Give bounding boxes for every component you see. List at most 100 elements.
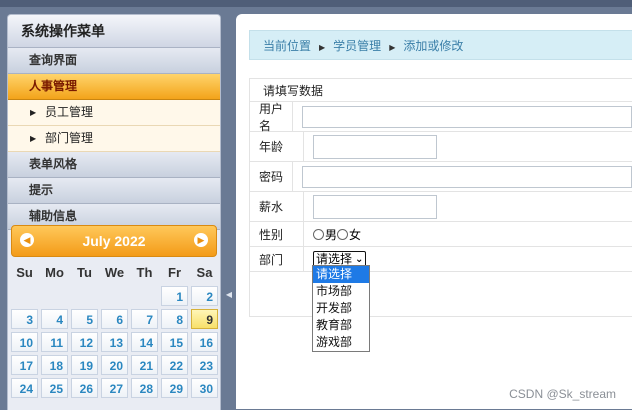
menu-item-query[interactable]: 查询界面 [8,48,220,74]
calendar-day[interactable]: 1 [161,286,188,306]
calendar-day[interactable]: 19 [71,355,98,375]
calendar-header: ◀ July 2022 ▶ [11,225,217,257]
form-footer [249,272,632,317]
calendar-empty-cell [41,286,68,306]
weekday-label: Mo [45,265,64,280]
breadcrumb: 当前位置 ▶ 学员管理 ▶ 添加或修改 [249,30,632,60]
calendar-day[interactable]: 7 [131,309,158,329]
calendar-day[interactable]: 28 [131,378,158,398]
chevron-down-icon: ⌄ [355,253,364,265]
dropdown-option[interactable]: 请选择 [313,266,369,283]
salary-label: 薪水 [250,192,304,221]
calendar-day[interactable]: 14 [131,332,158,352]
department-dropdown-list: 请选择 市场部 开发部 教育部 游戏部 [312,265,370,352]
breadcrumb-item[interactable]: 添加或修改 [403,39,463,53]
dropdown-option[interactable]: 教育部 [313,317,369,334]
menu-item-label: 部门管理 [45,131,94,145]
calendar-day[interactable]: 16 [191,332,218,352]
calendar-grid: Su Mo Tu We Th Fr Sa 1 2 3 4 5 6 7 8 9 10 11 12 13 14 15 16 17 1… [11,263,218,398]
calendar-day[interactable]: 20 [101,355,128,375]
male-radio[interactable] [313,228,324,240]
menu-item-department[interactable]: ▶ 部门管理 [8,126,220,152]
menu-item-form-style[interactable]: 表单风格 [8,152,220,178]
calendar-month: July 2022 [82,233,146,249]
weekday-label: Fr [168,265,181,280]
form-title: 请填写数据 [263,83,324,98]
weekday-label: We [104,265,125,280]
calendar-day[interactable]: 8 [161,309,188,329]
calendar-day[interactable]: 27 [101,378,128,398]
calendar-day[interactable]: 25 [41,378,68,398]
female-radio[interactable] [337,228,349,240]
main-panel: 当前位置 ▶ 学员管理 ▶ 添加或修改 请填写数据 用户名 年龄 密码 薪水 性别 男 … [236,14,632,409]
calendar-empty-cell [11,286,38,306]
dropdown-option[interactable]: 市场部 [313,283,369,300]
calendar-day[interactable]: 13 [101,332,128,352]
calendar-day[interactable]: 15 [161,332,188,352]
female-label: 女 [349,227,362,242]
weekday-label: Su [16,265,33,280]
calendar-day[interactable]: 9 [191,309,218,329]
weekday-label: Th [136,265,153,280]
age-label: 年龄 [250,132,304,161]
calendar-day[interactable]: 22 [161,355,188,375]
form-title-row: 请填写数据 [249,78,632,102]
chevron-right-icon[interactable]: ▶ [194,233,208,247]
data-form: 请填写数据 用户名 年龄 密码 薪水 性别 男 女 部门 请选择 ⌄ [249,78,632,317]
calendar-day[interactable]: 5 [71,309,98,329]
password-label: 密码 [250,162,293,191]
watermark: CSDN @Sk_stream [509,387,616,401]
username-input[interactable] [302,105,632,128]
form-row-username: 用户名 [249,102,632,133]
calendar-day[interactable]: 17 [11,355,38,375]
sidebar-title: 系统操作菜单 [8,15,220,48]
menu-item-tips[interactable]: 提示 [8,178,220,204]
dropdown-option[interactable]: 游戏部 [313,334,369,351]
gender-label: 性别 [250,222,304,246]
weekday-label: Tu [77,265,92,280]
calendar-day[interactable]: 11 [41,332,68,352]
form-row-department: 部门 请选择 ⌄ [249,247,632,272]
top-bar [0,0,632,7]
calendar-day[interactable]: 10 [11,332,38,352]
calendar-day[interactable]: 23 [191,355,218,375]
calendar-day[interactable]: 26 [71,378,98,398]
calendar-empty-cell [71,286,98,306]
calendar-day[interactable]: 18 [41,355,68,375]
calendar-day[interactable]: 21 [131,355,158,375]
collapse-handle-icon[interactable]: ◀ [225,285,233,305]
dropdown-option[interactable]: 开发部 [313,300,369,317]
form-row-gender: 性别 男 女 [249,222,632,247]
calendar-day[interactable]: 3 [11,309,38,329]
calendar-day[interactable]: 4 [41,309,68,329]
male-label: 男 [325,227,338,242]
breadcrumb-item[interactable]: 学员管理 [333,39,381,53]
form-row-password: 密码 [249,162,632,192]
calendar: ◀ July 2022 ▶ Su Mo Tu We Th Fr Sa 1 2 3 4 5 6 7 8 9 10 1… [11,225,218,398]
salary-input[interactable] [313,194,437,219]
menu-item-label: 员工管理 [45,105,94,119]
menu-item-employee[interactable]: ▶ 员工管理 [8,100,220,126]
triangle-right-icon: ▶ [389,43,396,52]
menu-item-personnel[interactable]: 人事管理 [8,74,220,100]
username-label: 用户名 [250,102,293,133]
password-input[interactable] [302,165,632,188]
department-select-value: 请选择 [316,251,353,266]
form-row-salary: 薪水 [249,192,632,222]
splitter[interactable] [224,14,234,409]
calendar-day[interactable]: 6 [101,309,128,329]
calendar-day[interactable]: 30 [191,378,218,398]
age-input[interactable] [313,134,437,159]
triangle-right-icon: ▶ [319,43,326,52]
weekday-label: Sa [196,265,213,280]
department-label: 部门 [250,247,304,271]
breadcrumb-item[interactable]: 当前位置 [263,39,311,53]
calendar-day[interactable]: 12 [71,332,98,352]
calendar-day[interactable]: 24 [11,378,38,398]
chevron-left-icon[interactable]: ◀ [20,233,34,247]
calendar-day[interactable]: 29 [161,378,188,398]
calendar-day[interactable]: 2 [191,286,218,306]
triangle-right-icon: ▶ [30,108,37,117]
triangle-right-icon: ▶ [30,134,37,143]
sidebar: 系统操作菜单 查询界面 人事管理 ▶ 员工管理 ▶ 部门管理 表单风格 提示 辅… [7,14,221,410]
